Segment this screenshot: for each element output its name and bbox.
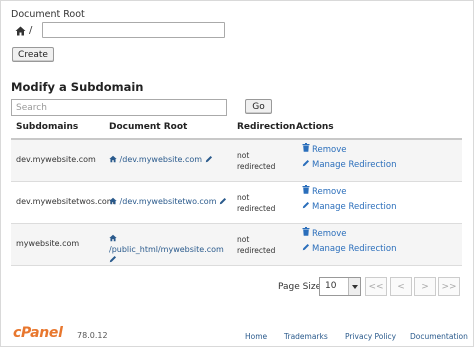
remove-label[interactable]: Remove	[312, 143, 347, 158]
remove-link[interactable]: Remove	[302, 143, 396, 158]
trash-icon	[302, 143, 310, 158]
go-button[interactable]: Go	[245, 99, 272, 114]
trash-icon	[302, 185, 310, 200]
pencil-icon[interactable]	[109, 255, 117, 266]
subdomains-table: Subdomains Document Root Redirection Act…	[11, 118, 462, 266]
redirection-line: not	[237, 193, 250, 202]
row-actions: Remove Manage Redirection	[302, 185, 396, 215]
last-page-button[interactable]: >>	[438, 277, 460, 296]
row-actions: Remove Manage Redirection	[302, 227, 396, 257]
path-prefix: /	[29, 25, 33, 36]
cpanel-logo: cPanel	[13, 325, 63, 341]
row-actions: Remove Manage Redirection	[302, 143, 396, 173]
prev-page-button[interactable]: <	[390, 277, 412, 296]
document-root-label: Document Root	[11, 9, 85, 20]
trash-icon	[302, 227, 310, 242]
redirection-line: redirected	[237, 204, 276, 213]
footer-link-privacy-policy[interactable]: Privacy Policy	[345, 332, 396, 341]
home-icon	[109, 155, 117, 166]
manage-redirection-link[interactable]: Manage Redirection	[302, 158, 396, 173]
table-row: dev.mywebsitetwos.com /dev.mywebsitetwo.…	[11, 182, 462, 224]
home-icon	[15, 26, 26, 36]
subdomain-name: dev.mywebsitetwos.com	[16, 197, 115, 206]
manage-redirection-label[interactable]: Manage Redirection	[312, 200, 396, 215]
document-root-path[interactable]: /dev.mywebsitetwo.com	[120, 197, 217, 206]
redirection-line: redirected	[237, 246, 276, 255]
header-subdomains[interactable]: Subdomains	[16, 122, 78, 132]
create-button[interactable]: Create	[12, 47, 54, 62]
document-root-input[interactable]	[42, 22, 225, 38]
manage-redirection-link[interactable]: Manage Redirection	[302, 242, 396, 257]
redirection-status: not redirected	[237, 150, 275, 172]
manage-redirection-link[interactable]: Manage Redirection	[302, 200, 396, 215]
redirection-status: not redirected	[237, 234, 275, 256]
header-actions: Actions	[296, 122, 334, 132]
redirection-line: not	[237, 235, 250, 244]
chevron-down-icon	[348, 278, 360, 295]
pencil-icon	[302, 158, 310, 173]
header-document-root[interactable]: Document Root	[109, 122, 187, 132]
next-page-button[interactable]: >	[414, 277, 436, 296]
table-row: mywebsite.com /public_html/mywebsite.com…	[11, 224, 462, 266]
remove-link[interactable]: Remove	[302, 227, 396, 242]
remove-link[interactable]: Remove	[302, 185, 396, 200]
document-root-link[interactable]: /dev.mywebsite.com	[109, 155, 213, 166]
table-row: dev.mywebsite.com /dev.mywebsite.com not…	[11, 140, 462, 182]
table-header: Subdomains Document Root Redirection Act…	[11, 118, 462, 140]
redirection-status: not redirected	[237, 192, 275, 214]
pencil-icon[interactable]	[205, 155, 213, 166]
remove-label[interactable]: Remove	[312, 185, 347, 200]
document-root-link[interactable]: /dev.mywebsitetwo.com	[109, 197, 227, 208]
header-redirection[interactable]: Redirection	[237, 122, 295, 132]
page-size-value: 10	[325, 281, 337, 291]
home-icon	[109, 234, 117, 245]
redirection-line: not	[237, 151, 250, 160]
document-root-path[interactable]: /public_html/mywebsite.com	[109, 245, 224, 254]
footer-link-home[interactable]: Home	[245, 332, 267, 341]
document-root-link[interactable]: /public_html/mywebsite.com	[109, 234, 229, 266]
first-page-button[interactable]: <<	[365, 277, 387, 296]
manage-redirection-label[interactable]: Manage Redirection	[312, 242, 396, 257]
page-size-label: Page Size	[278, 282, 322, 292]
redirection-line: redirected	[237, 162, 276, 171]
pencil-icon	[302, 242, 310, 257]
subdomain-name: dev.mywebsite.com	[16, 155, 96, 164]
footer-link-documentation[interactable]: Documentation	[410, 332, 468, 341]
document-root-prefix: /	[15, 22, 35, 39]
pencil-icon	[302, 200, 310, 215]
subdomain-name: mywebsite.com	[16, 239, 80, 248]
search-input[interactable]	[11, 99, 227, 116]
remove-label[interactable]: Remove	[312, 227, 347, 242]
version-number: 78.0.12	[77, 331, 108, 340]
manage-redirection-label[interactable]: Manage Redirection	[312, 158, 396, 173]
document-root-path[interactable]: /dev.mywebsite.com	[120, 155, 203, 164]
home-icon	[109, 197, 117, 208]
page-size-select[interactable]: 10	[319, 277, 361, 296]
pencil-icon[interactable]	[219, 197, 227, 208]
footer-link-trademarks[interactable]: Trademarks	[284, 332, 328, 341]
section-heading: Modify a Subdomain	[11, 80, 144, 94]
